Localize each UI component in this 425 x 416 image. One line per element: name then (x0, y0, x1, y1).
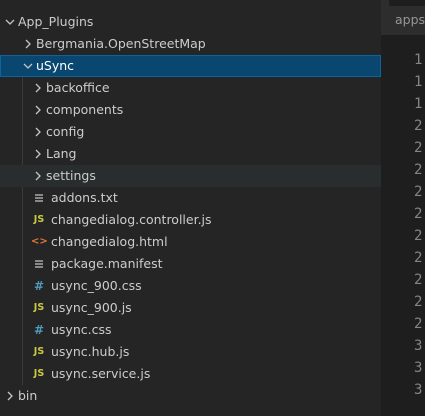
chevron-right-icon (30, 121, 46, 143)
tree-file-label: changedialog.html (51, 234, 168, 249)
tree-folder-label: config (46, 124, 85, 139)
js-icon: JS (33, 368, 45, 379)
tree-file-label: addons.txt (51, 190, 118, 205)
tree-folder-app-plugins[interactable]: App_Plugins (0, 11, 381, 33)
tab-header-sliver (389, 0, 425, 6)
tree-folder-label: Bergmania.OpenStreetMap (36, 36, 206, 51)
line-number: 2 (414, 294, 423, 310)
js-icon: JS (33, 346, 45, 357)
line-number: 2 (414, 184, 423, 200)
editor-tab-strip: appsettings (381, 0, 425, 35)
tree-file-usync-service-js[interactable]: JS usync.service.js (0, 363, 381, 385)
chevron-right-icon (30, 77, 46, 99)
chevron-right-icon (30, 165, 46, 187)
tree-folder-label: components (46, 102, 124, 117)
tree-folder-usync[interactable]: uSync (0, 55, 381, 77)
tree-file-label: changedialog.controller.js (51, 212, 212, 227)
line-number: 1 (414, 52, 423, 68)
css-icon: # (33, 323, 45, 337)
tree-folder-backoffice[interactable]: backoffice (0, 77, 381, 99)
line-number: 2 (414, 228, 423, 244)
chevron-right-icon (30, 99, 46, 121)
tree-folder-bergmania[interactable]: Bergmania.OpenStreetMap (0, 33, 381, 55)
line-number: 3 (414, 360, 423, 376)
chevron-right-icon (2, 385, 18, 407)
tree-file-label: package.manifest (51, 256, 163, 271)
tree-folder-label: backoffice (46, 80, 110, 95)
explorer-panel: App_Plugins Bergmania.OpenStreetMap uSyn… (0, 0, 381, 416)
line-number: 2 (414, 206, 423, 222)
line-number: 1 (414, 74, 423, 90)
chevron-right-icon (20, 33, 36, 55)
line-number: 2 (414, 140, 423, 156)
tree-file-changedialog-html[interactable]: <> changedialog.html (0, 231, 381, 253)
tree-folder-config[interactable]: config (0, 121, 381, 143)
tree-file-label: usync.css (51, 322, 112, 337)
line-number: 2 (414, 162, 423, 178)
js-icon: JS (33, 302, 45, 313)
html-icon: <> (31, 236, 48, 247)
tree-file-addons-txt[interactable]: addons.txt (0, 187, 381, 209)
tree-folder-label: settings (46, 168, 96, 183)
tree-folder-settings[interactable]: settings (0, 165, 381, 187)
tree-file-usync-css[interactable]: # usync.css (0, 319, 381, 341)
tree-folder-label: App_Plugins (18, 14, 94, 29)
lines-icon (31, 253, 47, 275)
tree-file-changedialog-controller-js[interactable]: JS changedialog.controller.js (0, 209, 381, 231)
line-number: 2 (414, 272, 423, 288)
tree-file-label: usync_900.js (51, 300, 132, 315)
tree-file-label: usync.service.js (51, 366, 151, 381)
line-number: 2 (414, 118, 423, 134)
js-icon: JS (33, 214, 45, 225)
chevron-right-icon (30, 143, 46, 165)
tree-file-usync-hub-js[interactable]: JS usync.hub.js (0, 341, 381, 363)
tree-file-package-manifest[interactable]: package.manifest (0, 253, 381, 275)
editor-tab-appsettings[interactable]: appsettings (395, 12, 425, 27)
tree-folder-components[interactable]: components (0, 99, 381, 121)
line-number: 1 (414, 96, 423, 112)
chevron-down-icon (2, 11, 18, 33)
tree-folder-label: bin (18, 388, 38, 403)
chevron-down-icon (20, 55, 36, 77)
line-number: 2 (414, 316, 423, 332)
tree-file-label: usync_900.css (51, 278, 142, 293)
line-number: 2 (414, 250, 423, 266)
vscode-window: App_Plugins Bergmania.OpenStreetMap uSyn… (0, 0, 425, 416)
lines-icon (31, 187, 47, 209)
tree-folder-label: uSync (36, 58, 75, 73)
tree-folder-lang[interactable]: Lang (0, 143, 381, 165)
line-number: 3 (414, 338, 423, 354)
tree-file-usync-900-js[interactable]: JS usync_900.js (0, 297, 381, 319)
line-number: 3 (414, 382, 423, 398)
tree-file-usync-900-css[interactable]: # usync_900.css (0, 275, 381, 297)
css-icon: # (33, 279, 45, 293)
tree-file-label: usync.hub.js (51, 344, 130, 359)
editor-area: appsettings 1 1 1 2 2 2 2 2 2 2 2 2 2 3 3 3 (381, 0, 425, 416)
tree-folder-bin[interactable]: bin (0, 385, 381, 407)
tree-folder-label: Lang (46, 146, 77, 161)
